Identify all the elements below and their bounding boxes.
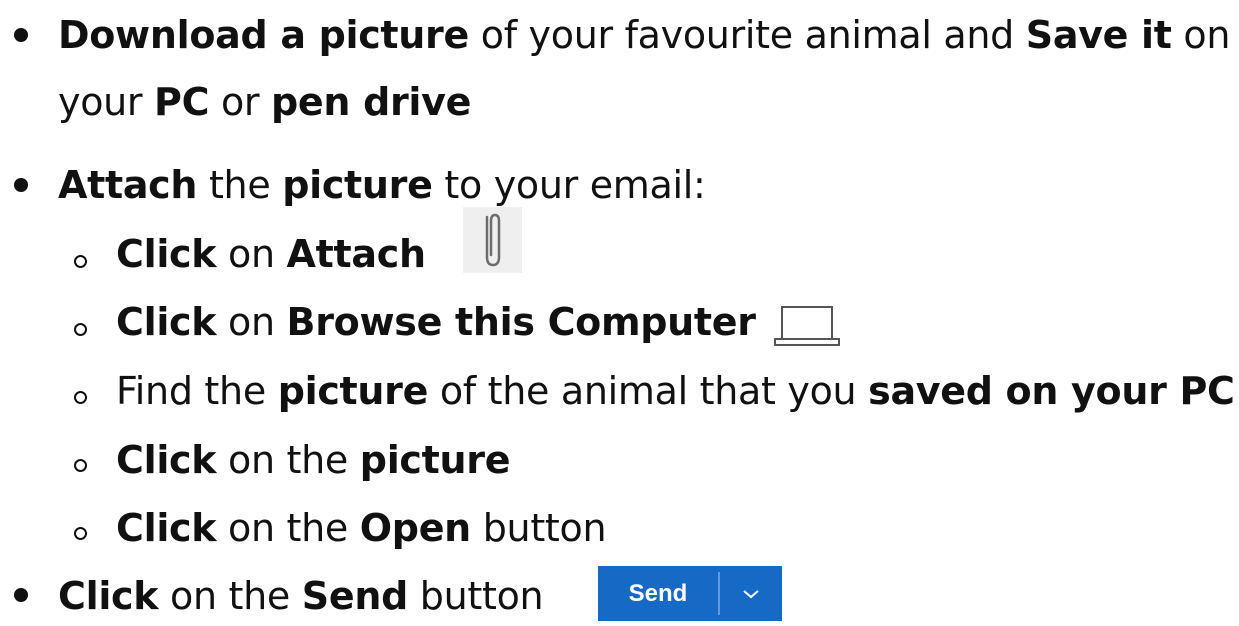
chevron-down-icon[interactable] [720,566,782,621]
bold-text: picture [282,163,433,207]
substep-find-picture: Find the picture of the animal that you … [116,361,1235,421]
text: of your favourite animal and [468,13,1026,57]
sub-bullet-4 [74,459,87,472]
text: your [58,80,155,124]
bullet-3 [14,588,28,602]
send-button[interactable]: Send [598,566,782,621]
bold-text: pen drive [271,80,472,124]
bold-text: picture [277,369,429,413]
sub-bullet-1 [74,255,87,268]
bold-text: Attach [286,232,426,276]
bold-text: Send [301,574,409,618]
bold-text: Click [116,438,217,482]
step-download-cont: your PC or pen drive [58,72,471,132]
substep-browse: Click on Browse this Computer [116,292,756,352]
bold-text: Save it [1025,13,1172,57]
text: button [408,574,544,618]
sub-bullet-5 [74,527,87,540]
bold-text: Click [116,232,217,276]
text: button [470,506,607,550]
text: of the animal that you [428,369,869,413]
bold-text: Open [359,506,471,550]
step-download: Download a picture of your favourite ani… [58,5,1230,65]
text: or [209,80,272,124]
bold-text: picture [359,438,511,482]
bold-text: saved on your PC [868,369,1235,413]
step-attach: Attach the picture to your email: [58,155,706,215]
text: to your email: [432,163,706,207]
text: on [216,300,287,344]
bullet-2 [14,178,28,192]
sub-bullet-3 [74,391,87,404]
bold-text: Browse this Computer [286,300,756,344]
step-send: Click on the Send button [58,566,544,626]
text: Find the [116,369,278,413]
bold-text: PC [154,80,210,124]
laptop-icon [773,303,841,348]
send-button-label[interactable]: Send [598,566,718,621]
paperclip-icon [463,207,522,273]
bold-text: Attach [58,163,198,207]
text: on the [216,506,360,550]
text: on [1171,13,1231,57]
sub-bullet-2 [74,323,87,336]
substep-click-open: Click on the Open button [116,498,607,558]
text: the [197,163,283,207]
text: on the [158,574,302,618]
bold-text: Download a picture [58,13,469,57]
bold-text: Click [58,574,159,618]
bullet-1 [14,28,28,42]
text: on [216,232,287,276]
bold-text: Click [116,506,217,550]
substep-click-attach: Click on Attach [116,224,426,284]
bold-text: Click [116,300,217,344]
text: on the [216,438,360,482]
substep-click-picture: Click on the picture [116,430,510,490]
